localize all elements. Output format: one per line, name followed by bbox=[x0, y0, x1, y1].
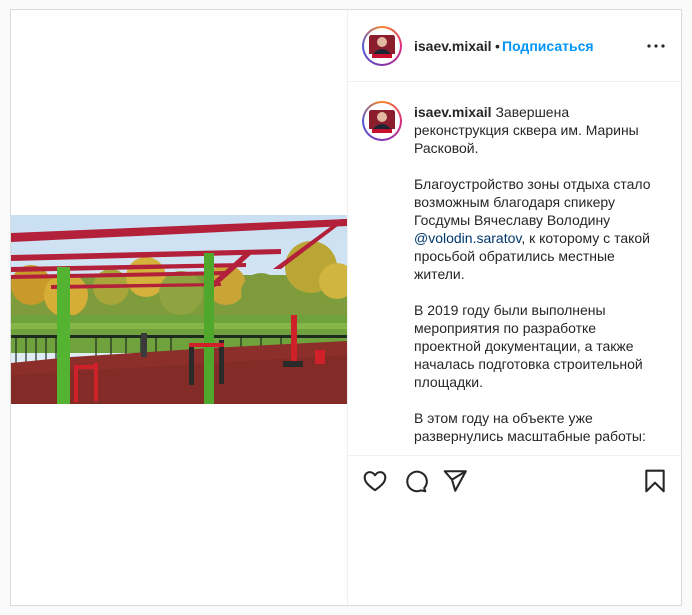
caption-avatar[interactable] bbox=[362, 101, 402, 141]
mention-link[interactable]: @volodin.saratov bbox=[414, 230, 521, 246]
caption-text: В 2019 году были выполнены мероприятия п… bbox=[414, 302, 643, 390]
header-username[interactable]: isaev.mixail bbox=[414, 38, 492, 54]
paper-plane-icon[interactable] bbox=[442, 468, 468, 494]
media-pane bbox=[11, 10, 347, 605]
caption-paragraph: В 2019 году были выполнены мероприятия п… bbox=[414, 301, 654, 391]
caption-paragraph: Благоустройство зоны отдыха стало возмож… bbox=[414, 175, 654, 283]
caption-text: Благоустройство зоны отдыха стало возмож… bbox=[414, 176, 651, 228]
bookmark-icon[interactable] bbox=[642, 468, 668, 494]
comment-icon[interactable] bbox=[402, 468, 428, 494]
comments-area[interactable]: isaev.mixail Завершена реконструкция скв… bbox=[348, 83, 682, 455]
post-sidebar: isaev.mixail • Подписаться isaev.mixail … bbox=[347, 10, 682, 605]
caption-paragraph: isaev.mixail Завершена реконструкция скв… bbox=[414, 103, 654, 157]
post-photo[interactable] bbox=[11, 215, 347, 404]
instagram-post: isaev.mixail • Подписаться isaev.mixail … bbox=[10, 9, 682, 606]
more-options-icon[interactable] bbox=[644, 34, 668, 58]
action-bar bbox=[348, 455, 682, 507]
profile-avatar[interactable] bbox=[362, 26, 402, 66]
post-caption: isaev.mixail Завершена реконструкция скв… bbox=[414, 103, 654, 455]
avatar-ring bbox=[364, 28, 400, 64]
avatar-ring bbox=[364, 103, 400, 139]
caption-paragraph: В этом году на объекте уже развернулись … bbox=[414, 409, 654, 445]
caption-text: В этом году на объекте уже развернулись … bbox=[414, 410, 646, 444]
header-separator: • bbox=[495, 38, 500, 54]
heart-icon[interactable] bbox=[362, 468, 388, 494]
post-header: isaev.mixail • Подписаться bbox=[348, 10, 682, 82]
avatar-photo bbox=[366, 30, 398, 62]
follow-button[interactable]: Подписаться bbox=[502, 38, 594, 54]
caption-username[interactable]: isaev.mixail bbox=[414, 104, 492, 120]
avatar-photo bbox=[366, 105, 398, 137]
